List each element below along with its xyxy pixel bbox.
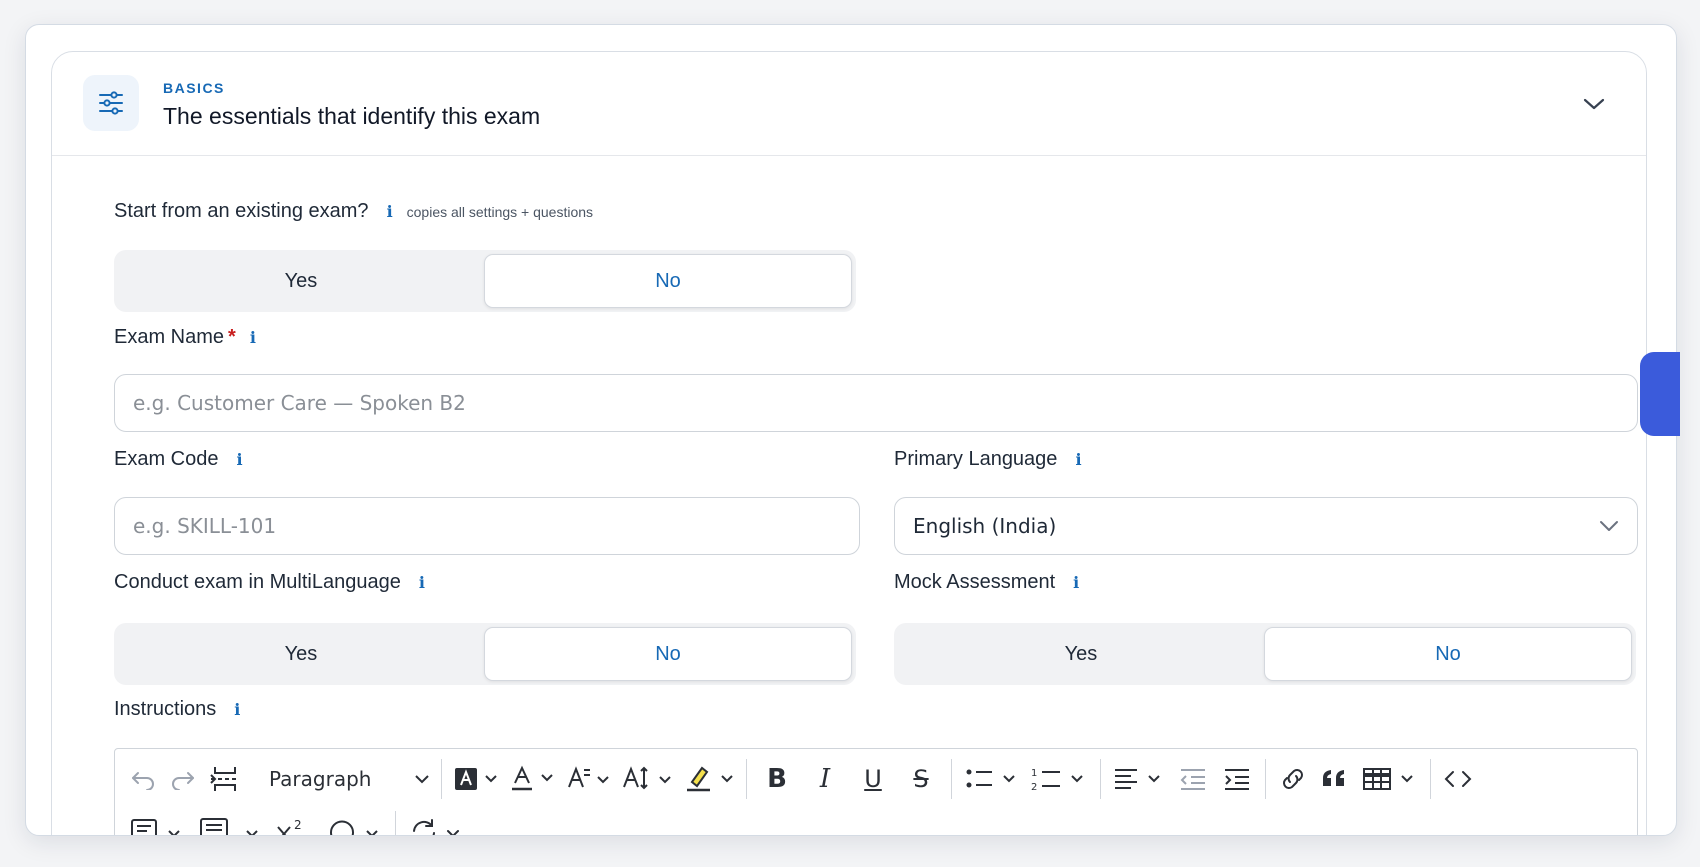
info-icon[interactable]: i xyxy=(1073,573,1079,592)
instructions-label-text: Instructions xyxy=(114,698,217,720)
modal-panel: BASICS The essentials that identify this… xyxy=(25,24,1677,836)
required-marker: * xyxy=(228,326,236,348)
section-header[interactable]: BASICS The essentials that identify this… xyxy=(52,52,1646,156)
editor-toolbar-row-1: Paragraph B I U S 1 2 xyxy=(115,753,1637,805)
toolbar-divider xyxy=(1265,759,1266,799)
exam-name-input[interactable] xyxy=(114,374,1638,432)
redo-icon[interactable] xyxy=(163,760,203,798)
editor-toolbar-row-2: 2 xyxy=(115,805,1637,835)
start-existing-yes[interactable]: Yes xyxy=(118,254,484,308)
toolbar-divider xyxy=(395,811,396,835)
exam-name-label: Exam Name * i xyxy=(114,326,256,349)
primary-language-label: Primary Language i xyxy=(894,448,1082,471)
start-existing-label-text: Start from an existing exam? xyxy=(114,200,369,222)
chevron-down-icon xyxy=(1583,98,1605,110)
source-code-icon[interactable] xyxy=(1437,760,1479,798)
primary-language-select[interactable]: English (India) xyxy=(894,497,1638,555)
info-icon[interactable]: i xyxy=(237,450,243,469)
primary-language-label-text: Primary Language xyxy=(894,448,1058,470)
info-icon[interactable]: i xyxy=(1075,450,1081,469)
underline-icon[interactable]: U xyxy=(849,760,897,798)
outdent-icon[interactable] xyxy=(1171,760,1215,798)
collapse-button[interactable] xyxy=(1578,88,1610,120)
chevron-down-icon xyxy=(1600,521,1618,531)
mock-assessment-yes[interactable]: Yes xyxy=(898,627,1264,681)
start-existing-toggle: Yes No xyxy=(114,250,856,312)
basics-section-card: BASICS The essentials that identify this… xyxy=(51,51,1647,835)
multilanguage-toggle: Yes No xyxy=(114,623,856,685)
start-existing-hint: copies all settings + questions xyxy=(406,203,594,220)
multilanguage-yes[interactable]: Yes xyxy=(118,627,484,681)
multilanguage-label-text: Conduct exam in MultiLanguage xyxy=(114,571,401,593)
mock-assessment-label-text: Mock Assessment xyxy=(894,571,1056,593)
toolbar-divider xyxy=(441,759,442,799)
bulleted-list-icon[interactable] xyxy=(958,760,1024,798)
mock-assessment-toggle: Yes No xyxy=(894,623,1636,685)
exam-code-label: Exam Code i xyxy=(114,448,243,471)
table-icon[interactable] xyxy=(1356,760,1424,798)
font-background-color-icon[interactable] xyxy=(448,760,504,798)
paragraph-dropdown[interactable]: Paragraph xyxy=(263,760,435,798)
info-icon[interactable]: i xyxy=(419,573,425,592)
revert-icon[interactable] xyxy=(402,812,470,835)
instructions-label: Instructions i xyxy=(114,698,240,721)
section-title: The essentials that identify this exam xyxy=(163,103,541,129)
side-drawer-tab[interactable] xyxy=(1640,352,1680,436)
indent-icon[interactable] xyxy=(1215,760,1259,798)
link-icon[interactable] xyxy=(1272,760,1314,798)
exam-code-input[interactable] xyxy=(114,497,860,555)
svg-text:1: 1 xyxy=(1031,768,1037,779)
toolbar-divider xyxy=(746,759,747,799)
special-characters-icon[interactable] xyxy=(321,812,389,835)
start-existing-no[interactable]: No xyxy=(484,254,852,308)
blockquote-icon[interactable] xyxy=(1314,760,1356,798)
sliders-icon xyxy=(83,75,139,131)
info-icon[interactable]: i xyxy=(387,202,393,221)
strikethrough-icon[interactable]: S xyxy=(897,760,945,798)
mock-assessment-label: Mock Assessment i xyxy=(894,571,1079,594)
svg-text:2: 2 xyxy=(294,818,302,832)
superscript-icon[interactable]: 2 xyxy=(269,812,321,835)
page-break-icon[interactable] xyxy=(203,760,247,798)
start-existing-label: Start from an existing exam? i copies al… xyxy=(114,200,593,223)
font-color-icon[interactable] xyxy=(504,760,560,798)
insert-template-icon[interactable] xyxy=(191,812,269,835)
exam-name-label-text: Exam Name xyxy=(114,326,225,348)
mock-assessment-no[interactable]: No xyxy=(1264,627,1632,681)
paragraph-dropdown-value: Paragraph xyxy=(269,767,372,791)
toolbar-divider xyxy=(1100,759,1101,799)
font-family-icon[interactable] xyxy=(560,760,616,798)
highlight-icon[interactable] xyxy=(678,760,740,798)
svg-text:2: 2 xyxy=(1031,782,1037,793)
template-icon[interactable] xyxy=(123,812,191,835)
multilanguage-no[interactable]: No xyxy=(484,627,852,681)
toolbar-divider xyxy=(1430,759,1431,799)
italic-icon[interactable]: I xyxy=(801,760,849,798)
section-eyebrow: BASICS xyxy=(163,80,225,96)
multilanguage-label: Conduct exam in MultiLanguage i xyxy=(114,571,425,594)
font-size-icon[interactable] xyxy=(616,760,678,798)
toolbar-divider xyxy=(951,759,952,799)
instructions-editor[interactable]: Paragraph B I U S 1 2 2 xyxy=(114,748,1638,835)
align-icon[interactable] xyxy=(1107,760,1171,798)
numbered-list-icon[interactable]: 12 xyxy=(1024,760,1094,798)
chevron-down-icon xyxy=(415,774,429,783)
undo-icon[interactable] xyxy=(123,760,163,798)
bold-icon[interactable]: B xyxy=(753,760,801,798)
info-icon[interactable]: i xyxy=(250,328,256,347)
info-icon[interactable]: i xyxy=(234,700,240,719)
exam-code-label-text: Exam Code xyxy=(114,448,219,470)
primary-language-value: English (India) xyxy=(913,514,1057,538)
